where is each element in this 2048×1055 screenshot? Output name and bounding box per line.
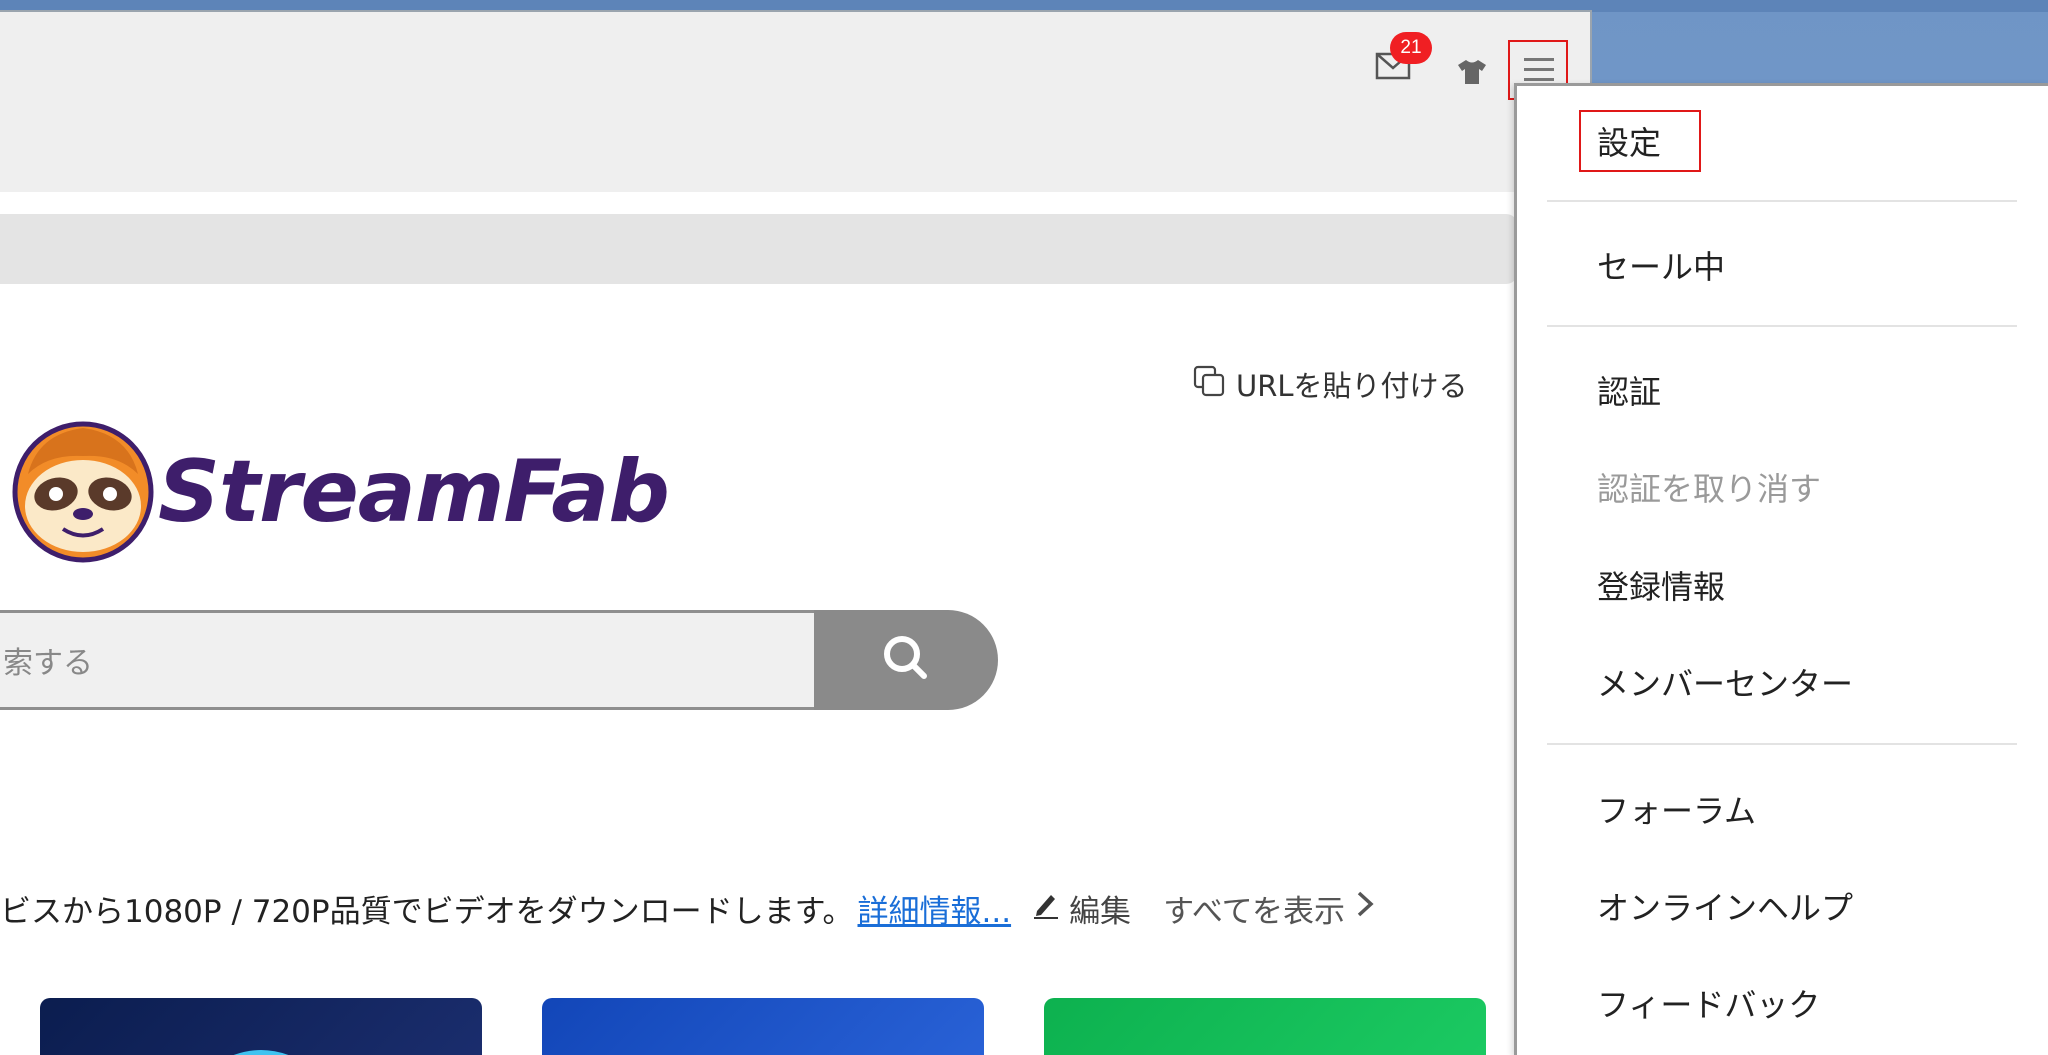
search-button[interactable] [814, 610, 998, 710]
show-all-button[interactable]: すべてを表示 [1163, 886, 1375, 931]
service-description: ビスから1080P / 720P品質でビデオをダウンロードします。 [0, 893, 854, 930]
more-info-link[interactable]: 詳細情報... [858, 886, 1012, 931]
show-all-label: すべてを表示 [1163, 893, 1346, 930]
paste-url-button[interactable]: URLを貼り付ける [1192, 364, 1468, 404]
menu-divider [1547, 743, 2017, 745]
paste-url-label: URLを貼り付ける [1236, 369, 1468, 403]
menu-item-sale[interactable]: セール中 [1597, 242, 1725, 288]
menu-item-online-help[interactable]: オンラインヘルプ [1597, 883, 1853, 929]
service-card[interactable] [1044, 998, 1486, 1055]
pencil-icon [1031, 889, 1061, 927]
menu-item-feedback[interactable]: フィードバック [1597, 980, 1820, 1026]
service-card[interactable] [542, 998, 984, 1055]
search-placeholder: 索する [3, 646, 93, 681]
menu-divider [1547, 200, 2017, 202]
paste-icon [1192, 364, 1226, 405]
main-dropdown-menu: 設定 セール中 認証 認証を取り消す 登録情報 メンバーセンター フォーラム オ… [1514, 83, 2048, 1055]
search-input[interactable]: 索する [0, 610, 818, 710]
logo-text: StreamFab [158, 442, 670, 542]
banner-strip [0, 214, 1518, 284]
shirt-icon[interactable] [1456, 58, 1488, 86]
menu-divider [1547, 325, 2017, 327]
title-bar [0, 12, 1590, 192]
edit-label: 編集 [1069, 893, 1132, 930]
menu-item-deactivate: 認証を取り消す [1597, 470, 1822, 508]
menu-item-settings[interactable]: 設定 [1597, 118, 1661, 164]
menu-item-forum[interactable]: フォーラム [1597, 786, 1756, 832]
menu-item-member-center[interactable]: メンバーセンター [1597, 659, 1853, 705]
service-card[interactable] [40, 998, 482, 1055]
menu-item-activate[interactable]: 認証 [1597, 367, 1661, 413]
menu-item-registration-info[interactable]: 登録情報 [1597, 562, 1725, 608]
search-icon [878, 630, 934, 690]
service-description-row: ビスから1080P / 720P品質でビデオをダウンロードします。 詳細情報..… [0, 884, 1375, 932]
chevron-right-icon [1355, 889, 1375, 927]
app-window: 21 URLを貼り付ける StreamFab 索する ビスから1080P / 7… [0, 10, 1592, 1055]
edit-button[interactable]: 編集 [1031, 886, 1131, 931]
notification-badge: 21 [1390, 32, 1432, 64]
streamfab-logo-icon [8, 414, 158, 564]
